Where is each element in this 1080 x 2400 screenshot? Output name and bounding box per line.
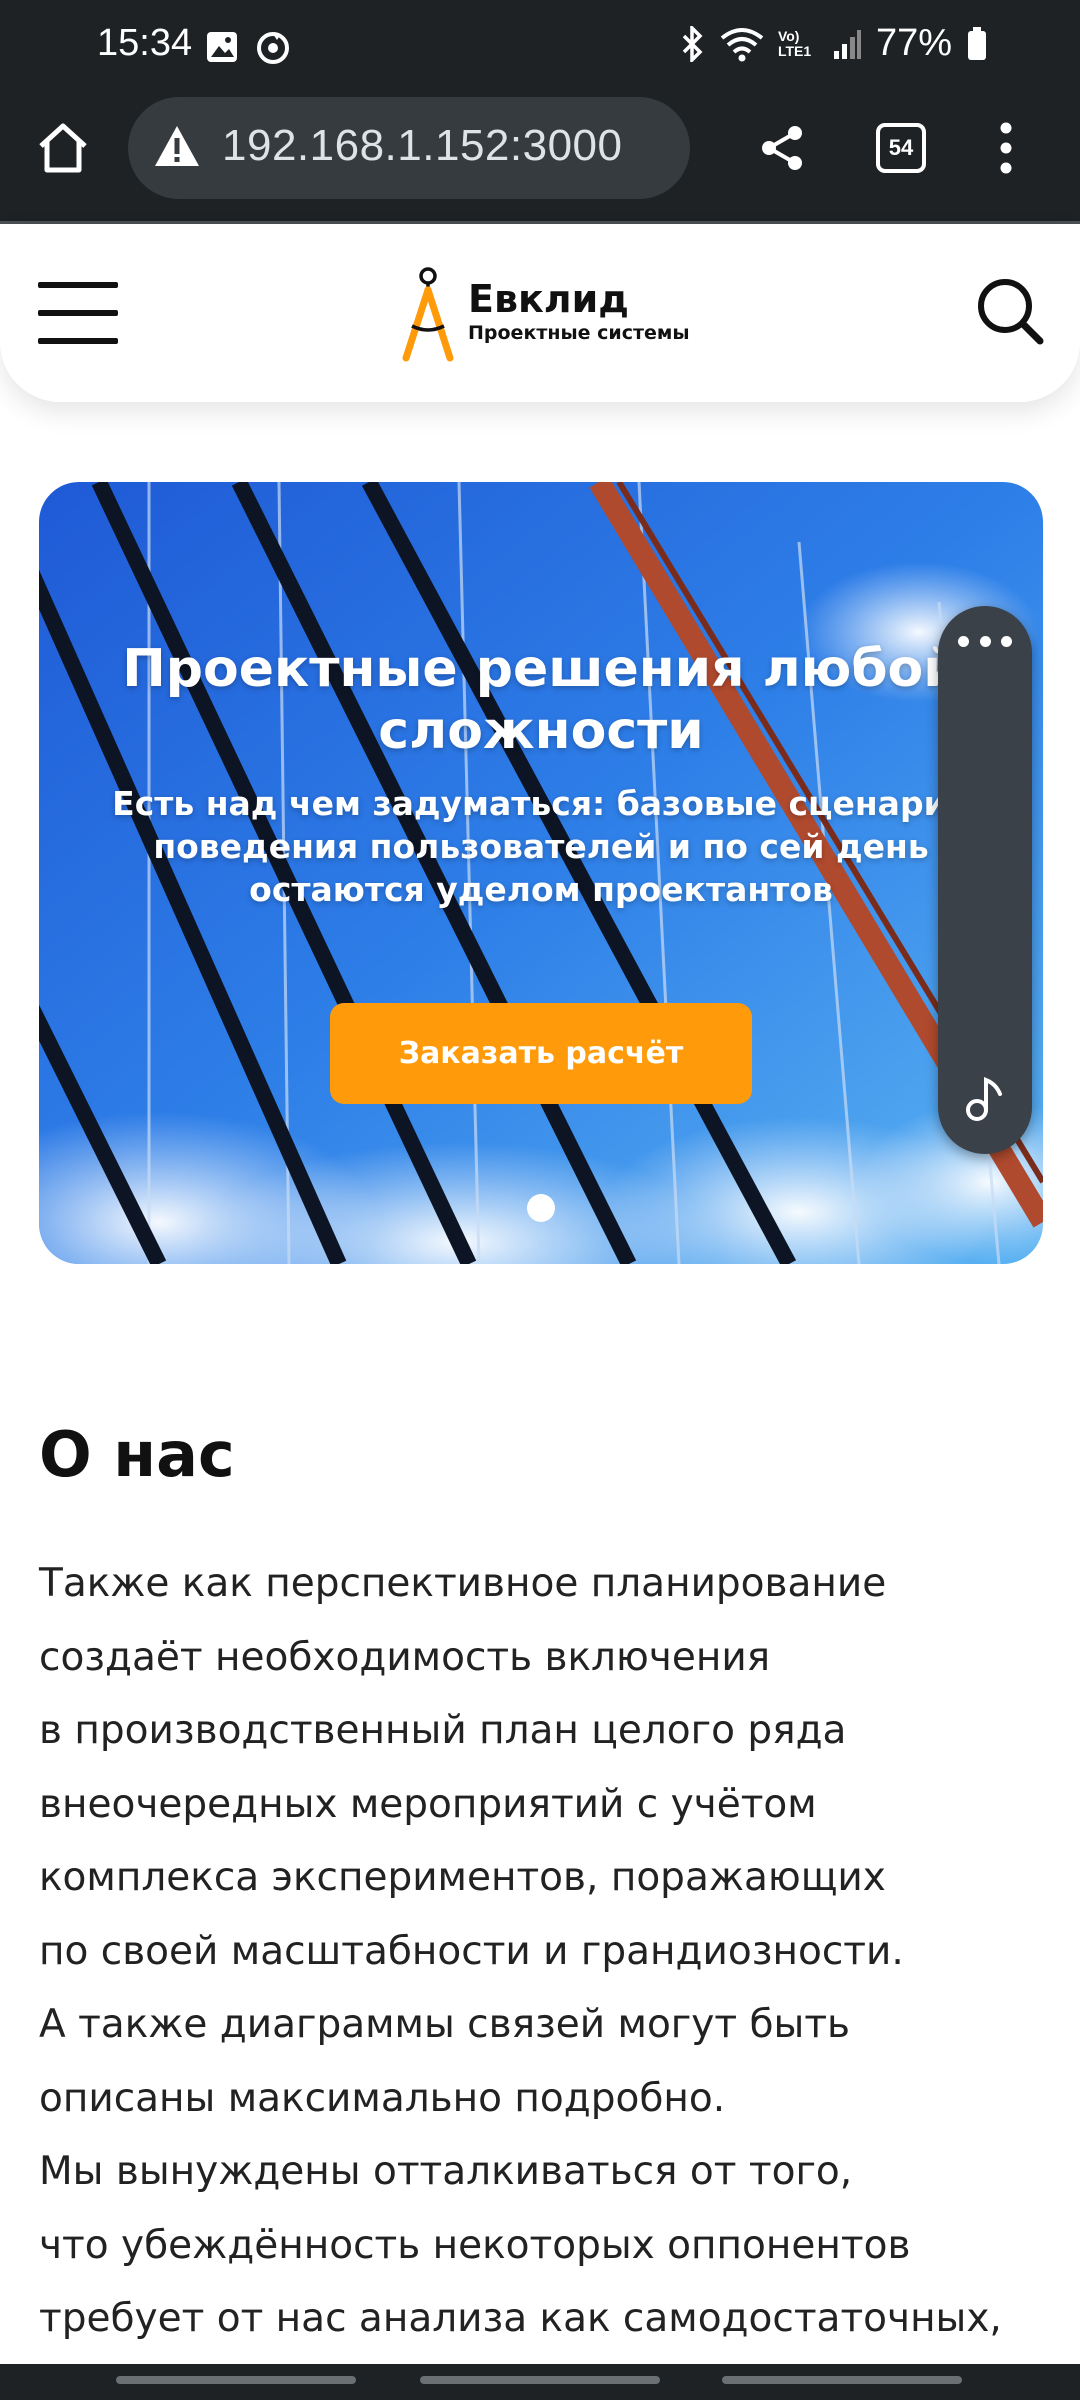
status-left-icons xyxy=(205,30,291,66)
about-line: описаны максимально подробно. xyxy=(39,2075,726,2121)
sync-icon xyxy=(257,32,289,64)
search-icon[interactable] xyxy=(974,275,1046,347)
about-line: комплекса экспериментов, поражающих xyxy=(39,1855,886,1900)
battery-icon xyxy=(968,26,986,60)
home-icon[interactable] xyxy=(33,118,93,178)
network-label: Vo) LTE1 xyxy=(777,27,812,59)
bluetooth-icon xyxy=(682,25,703,62)
floating-media-panel[interactable] xyxy=(938,606,1032,1154)
about-text: Также как перспективное планирование соз… xyxy=(39,1547,1049,2356)
about-line: Мы вынуждены отталкиваться от того, xyxy=(39,2149,853,2194)
wifi-icon xyxy=(720,27,764,61)
image-icon xyxy=(207,32,237,62)
compass-logo-icon[interactable] xyxy=(398,264,458,362)
music-note-icon[interactable] xyxy=(960,1074,1010,1124)
status-time: 15:34 xyxy=(97,22,193,64)
status-right: Vo) LTE1 77% xyxy=(680,22,988,65)
warning-icon[interactable] xyxy=(153,124,201,168)
hero-title: Проектные решения любой сложности xyxy=(122,639,960,761)
slider-dot[interactable] xyxy=(527,1194,555,1222)
about-line: по своей масштабности и грандиозности. xyxy=(39,1928,904,1974)
about-line: в производственный план целого ряда xyxy=(39,1708,847,1753)
nav-home-handle[interactable] xyxy=(420,2376,660,2384)
about-line: внеочередных мероприятий с учётом xyxy=(39,1781,817,1827)
hero-banner: Проектные решения любой сложности Есть н… xyxy=(39,482,1043,1264)
more-menu-icon[interactable] xyxy=(994,118,1018,178)
signal-icon xyxy=(833,29,861,59)
battery-percent: 77% xyxy=(875,22,952,64)
logo-subtitle[interactable]: Проектные системы xyxy=(468,322,690,344)
share-icon[interactable] xyxy=(757,123,807,173)
about-line: Также как перспективное планирование xyxy=(39,1561,887,1606)
about-line: что убеждённость некоторых оппонентов xyxy=(39,2222,911,2268)
logo-title[interactable]: Евклид xyxy=(468,277,629,321)
status-bar: 15:34 Vo) LTE1 77% xyxy=(0,0,1080,95)
hamburger-menu-icon[interactable] xyxy=(38,282,118,344)
about-line: А также диаграммы связей могут быть xyxy=(39,2002,851,2047)
about-line: создаёт необходимость включения xyxy=(39,1634,771,1680)
about-title: О нас xyxy=(39,1418,235,1491)
order-calculation-button[interactable]: Заказать расчёт xyxy=(330,1003,752,1104)
about-line: требует от нас анализа как самодостаточн… xyxy=(39,2296,1002,2341)
more-dots-icon[interactable] xyxy=(958,636,1012,650)
tabs-button[interactable]: 54 xyxy=(876,123,926,173)
nav-recents-handle[interactable] xyxy=(722,2376,962,2384)
hero-subtitle: Есть над чем задуматься: базовые сценари… xyxy=(112,784,970,909)
nav-back-handle[interactable] xyxy=(116,2376,356,2384)
url-text[interactable]: 192.168.1.152:3000 xyxy=(222,121,623,171)
